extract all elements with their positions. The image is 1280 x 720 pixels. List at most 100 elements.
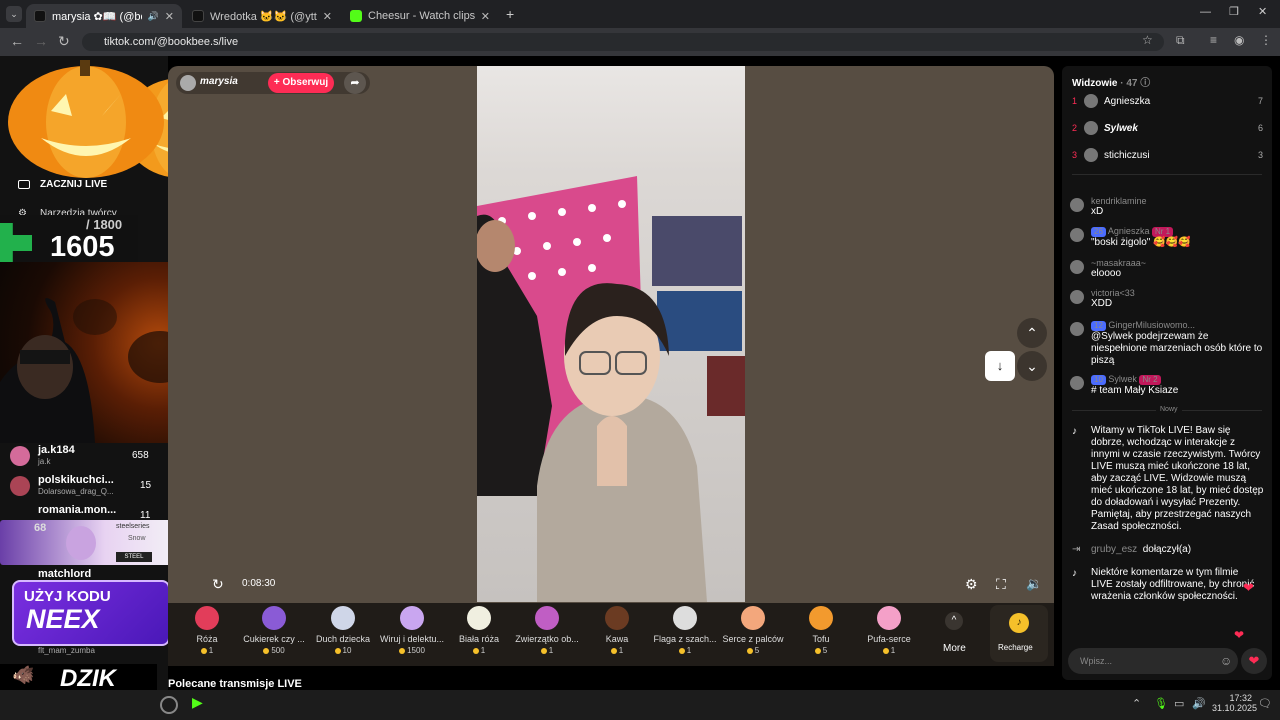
viewer-name: Sylwek — [1104, 123, 1138, 134]
avatar — [1070, 198, 1084, 212]
chat-text: "boski żigolo" 🥰🥰🥰 — [1091, 236, 1191, 248]
gift-icon — [741, 606, 765, 630]
avatar — [10, 476, 30, 496]
mic-icon[interactable]: 🎙 — [1154, 697, 1168, 710]
gift-item[interactable]: Wiruj i delektu... 1500 — [377, 606, 447, 655]
media-control-icon[interactable]: ≡ — [1210, 33, 1217, 47]
tiktok-icon — [34, 10, 46, 22]
gift-name: Tofu — [812, 634, 830, 644]
volume-icon[interactable]: 🔊 — [1192, 697, 1206, 710]
network-icon[interactable]: ▭ — [1174, 697, 1184, 710]
filter-message: Niektóre komentarze w tym filmie LIVE zo… — [1091, 567, 1255, 602]
list-item[interactable]: polskikuchci... Dolarsowa_drag_Q... 15 — [8, 472, 168, 502]
more-label[interactable]: More — [943, 643, 966, 654]
gift-name: Biała róża — [458, 634, 500, 644]
tab-title: Cheesur - Watch clips on Kick — [368, 10, 475, 22]
viewer-row[interactable]: 2 Sylwek 6 — [1072, 121, 1263, 137]
gift-item[interactable]: Tofu 5 — [786, 606, 856, 655]
reload-icon[interactable]: ↻ — [58, 33, 70, 50]
clock[interactable]: 17:32 31.10.2025 — [1212, 693, 1257, 713]
previous-live-button[interactable]: ⌃ — [1017, 318, 1047, 348]
next-live-button[interactable]: ⌄ — [1017, 351, 1047, 381]
viewer-row[interactable]: 3 stichiczusi 3 — [1072, 148, 1264, 164]
maximize-button[interactable]: ❐ — [1229, 5, 1239, 18]
taskbar: ▶ ⌃ 🎙 ▭ 🔊 17:32 31.10.2025 🗨 — [0, 690, 1280, 720]
tab-wredotka[interactable]: Wredotka 🐱🐱 (@yttre.uuty) ✕ — [184, 4, 340, 28]
menu-icon[interactable]: ⋮ — [1260, 33, 1272, 47]
viewer-rank: 1 — [1072, 96, 1078, 106]
fullscreen-icon[interactable]: ⛶ — [996, 576, 1006, 593]
bookmark-star-icon[interactable]: ☆ — [1142, 33, 1153, 47]
goal-widget: / 1800 1605 — [0, 215, 138, 265]
gift-item[interactable]: Zwierzątko ob... 1 — [512, 606, 582, 655]
chat-message[interactable]: 12 GingerMilusiowomo... @Sylwek podejrzew… — [1070, 320, 1266, 367]
recharge-button[interactable]: ♪ Recharge — [990, 605, 1048, 662]
gift-item[interactable]: Serce z palców 5 — [718, 606, 788, 655]
chat-input[interactable]: Wpisz... ☺ — [1068, 648, 1238, 674]
gift-item[interactable]: Cukierek czy ... 500 — [239, 606, 309, 655]
gift-icon — [262, 606, 286, 630]
close-icon[interactable]: ✕ — [481, 10, 490, 23]
gift-item[interactable]: Róża 1 — [172, 606, 242, 655]
gift-name: Flaga z szach... — [653, 634, 717, 644]
follow-button[interactable]: + Obserwuj — [268, 73, 334, 93]
refresh-icon[interactable]: ↻ — [212, 576, 224, 593]
gift-item[interactable]: Kawa 1 — [582, 606, 652, 655]
close-icon[interactable]: ✕ — [323, 10, 332, 23]
share-icon[interactable]: ➦ — [344, 72, 366, 94]
steelseries-ad: 68 steelseries Snow STEEL — [0, 520, 175, 565]
obs-icon[interactable] — [160, 696, 178, 714]
speaker-icon[interactable]: 🔊 — [148, 11, 159, 22]
forward-icon[interactable]: → — [34, 33, 48, 49]
tray-chevron-icon[interactable]: ⌃ — [1132, 697, 1141, 710]
viewer-score: 3 — [1258, 150, 1264, 160]
tab-title: marysia ✿📖 (@bookbe — [52, 10, 142, 23]
back-icon[interactable]: ← — [10, 33, 24, 49]
gift-price: 1 — [512, 646, 582, 655]
like-button[interactable]: ❤ — [1241, 648, 1267, 674]
gift-name: Serce z palców — [722, 634, 784, 644]
gift-name: Wiruj i delektu... — [379, 634, 445, 644]
heart-icon: ❤ — [1243, 580, 1254, 595]
close-icon[interactable]: ✕ — [165, 10, 174, 23]
volume-icon[interactable]: 🔉 — [1026, 576, 1042, 592]
chat-message[interactable]: 10 Sylwek Nr 2 # team Mały Ksiaze — [1070, 374, 1266, 397]
mouse-product-image — [66, 526, 96, 560]
tab-search-button[interactable]: ⌄ — [6, 6, 22, 22]
url-field[interactable]: tiktok.com/@bookbee.s/live — [82, 33, 1164, 51]
tiktok-icon — [192, 10, 204, 22]
divider — [1072, 174, 1262, 175]
dzik-logo: 🐗 DZIK — [0, 664, 157, 692]
chat-message[interactable]: ~masakraaa~ eloooo — [1070, 258, 1266, 280]
more-gifts-button[interactable]: ^ — [940, 612, 968, 640]
streamer-name[interactable]: marysia — [200, 76, 238, 87]
gift-item[interactable]: Pufa-serce 1 — [854, 606, 924, 655]
avatar[interactable] — [180, 75, 196, 91]
settings-icon[interactable]: ⚙ — [965, 576, 978, 593]
window-close-button[interactable]: ✕ — [1258, 5, 1267, 18]
download-button[interactable]: ↓ — [985, 351, 1015, 381]
avatar — [1084, 148, 1098, 162]
minimize-button[interactable]: — — [1200, 6, 1211, 18]
gift-item[interactable]: Flaga z szach... 1 — [650, 606, 720, 655]
chat-message[interactable]: victoria<33 XDD — [1070, 288, 1266, 310]
list-item-sub: flt_mam_zumba — [38, 646, 95, 655]
gift-item[interactable]: Biała róża 1 — [444, 606, 514, 655]
play-icon[interactable]: ▶ — [192, 694, 203, 711]
new-tab-button[interactable]: + — [506, 6, 514, 22]
avatar — [1070, 376, 1084, 390]
viewer-row[interactable]: 1 Agnieszka 7 — [1072, 94, 1263, 110]
gift-item[interactable]: Duch dziecka 10 — [308, 606, 378, 655]
chat-username: 10 Sylwek Nr 2 — [1091, 374, 1266, 385]
viewer-name: stichiczusi — [1104, 150, 1150, 161]
chat-message[interactable]: 26 Agnieszka Nr 1 "boski żigolo" 🥰🥰🥰 — [1070, 226, 1266, 249]
emoji-icon[interactable]: ☺ — [1220, 654, 1232, 668]
extensions-icon[interactable]: ⧉ — [1176, 33, 1185, 48]
profile-icon[interactable]: ◉ — [1234, 33, 1244, 47]
tab-marysia[interactable]: marysia ✿📖 (@bookbe 🔊 ✕ — [26, 4, 182, 28]
chat-message[interactable]: kendriklamine xD — [1070, 196, 1266, 218]
notifications-icon[interactable]: 🗨 — [1258, 697, 1272, 710]
tab-kick[interactable]: Cheesur - Watch clips on Kick ✕ — [342, 4, 498, 28]
gift-price: 5 — [786, 646, 856, 655]
list-item[interactable]: ja.k184 ja.k 658 — [8, 442, 168, 472]
